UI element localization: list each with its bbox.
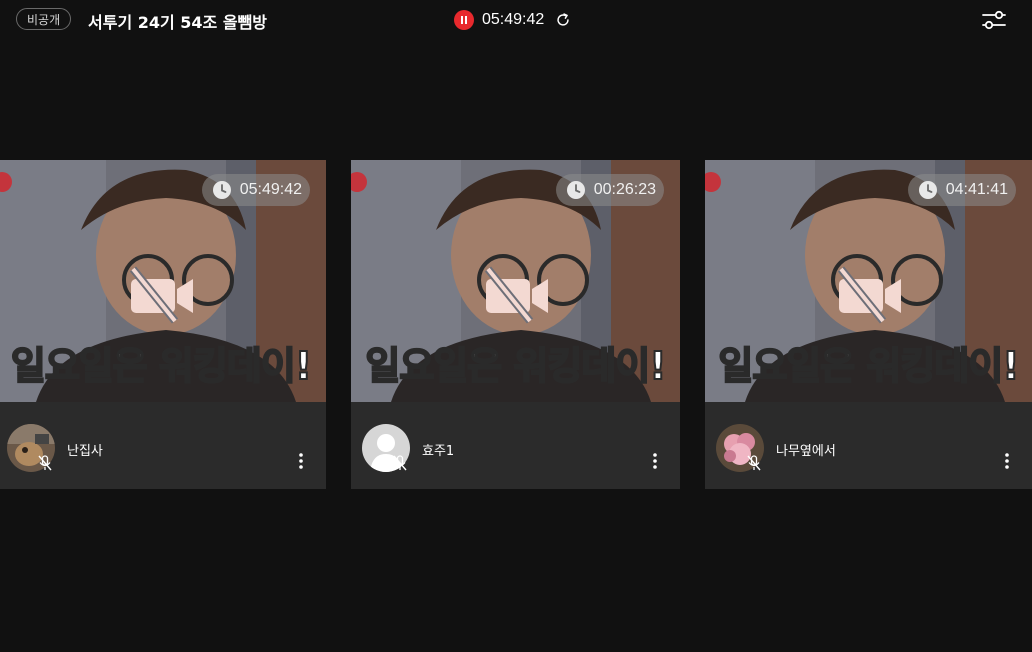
participant-name: 효주1 [422, 444, 455, 459]
participant-name: 난집사 [67, 444, 103, 459]
participant-timer: 04:41:41 [907, 174, 1016, 206]
video-tile: 05:49:42 일요일은 워킹데이! [0, 160, 326, 402]
caption-highlight: 일요일 [10, 343, 115, 389]
participant-timer: 00:26:23 [555, 174, 664, 206]
participant-info: 난집사 [0, 402, 326, 489]
caption-rest: 은 워킹데이! [819, 343, 1020, 389]
sliders-icon[interactable] [980, 8, 1008, 32]
visibility-badge: 비공개 [16, 8, 72, 30]
pause-icon[interactable] [454, 10, 474, 30]
participant-timer-text: 05:49:42 [239, 181, 302, 198]
mic-muted-icon [38, 455, 52, 471]
caption-highlight: 일요일 [364, 343, 469, 389]
participant-timer: 05:49:42 [201, 174, 310, 206]
mic-muted-icon [747, 455, 761, 471]
participant-card[interactable]: 04:41:41 일요일은 워킹데이! 나무옆에서 [705, 160, 1032, 489]
video-caption: 일요일은 워킹데이! [351, 335, 680, 390]
camera-off-icon [484, 266, 548, 324]
participant-info: 나무옆에서 [705, 402, 1032, 489]
caption-rest: 은 워킹데이! [466, 343, 667, 389]
participant-card[interactable]: 05:49:42 일요일은 워킹데이! 난집사 [0, 160, 326, 489]
participant-timer-text: 00:26:23 [593, 181, 656, 198]
clock-icon [566, 181, 585, 199]
video-tile: 00:26:23 일요일은 워킹데이! [351, 160, 680, 402]
participant-card[interactable]: 00:26:23 일요일은 워킹데이! 효주1 [351, 160, 680, 489]
caption-highlight: 일요일 [717, 343, 822, 389]
mic-muted-icon [393, 455, 407, 471]
clock-icon [212, 181, 231, 199]
video-caption: 일요일은 워킹데이! [705, 335, 1032, 390]
caption-rest: 은 워킹데이! [112, 343, 313, 389]
participant-timer-text: 04:41:41 [945, 181, 1008, 198]
session-timer: 05:49:42 [454, 9, 572, 31]
refresh-icon[interactable] [554, 11, 572, 29]
more-vertical-icon[interactable] [1004, 452, 1010, 470]
top-bar: 비공개 서투기 24기 54조 올뺌방 05:49:42 [0, 0, 1032, 40]
participant-info: 효주1 [351, 402, 680, 489]
camera-off-icon [129, 266, 193, 324]
video-caption: 일요일은 워킹데이! [0, 335, 326, 390]
more-vertical-icon[interactable] [652, 452, 658, 470]
video-tile: 04:41:41 일요일은 워킹데이! [705, 160, 1032, 402]
camera-off-icon [837, 266, 901, 324]
room-title: 서투기 24기 54조 올뺌방 [88, 13, 268, 32]
more-vertical-icon[interactable] [298, 452, 304, 470]
clock-icon [918, 181, 937, 199]
participant-name: 나무옆에서 [776, 444, 836, 459]
elapsed-time: 05:49:42 [482, 11, 545, 28]
